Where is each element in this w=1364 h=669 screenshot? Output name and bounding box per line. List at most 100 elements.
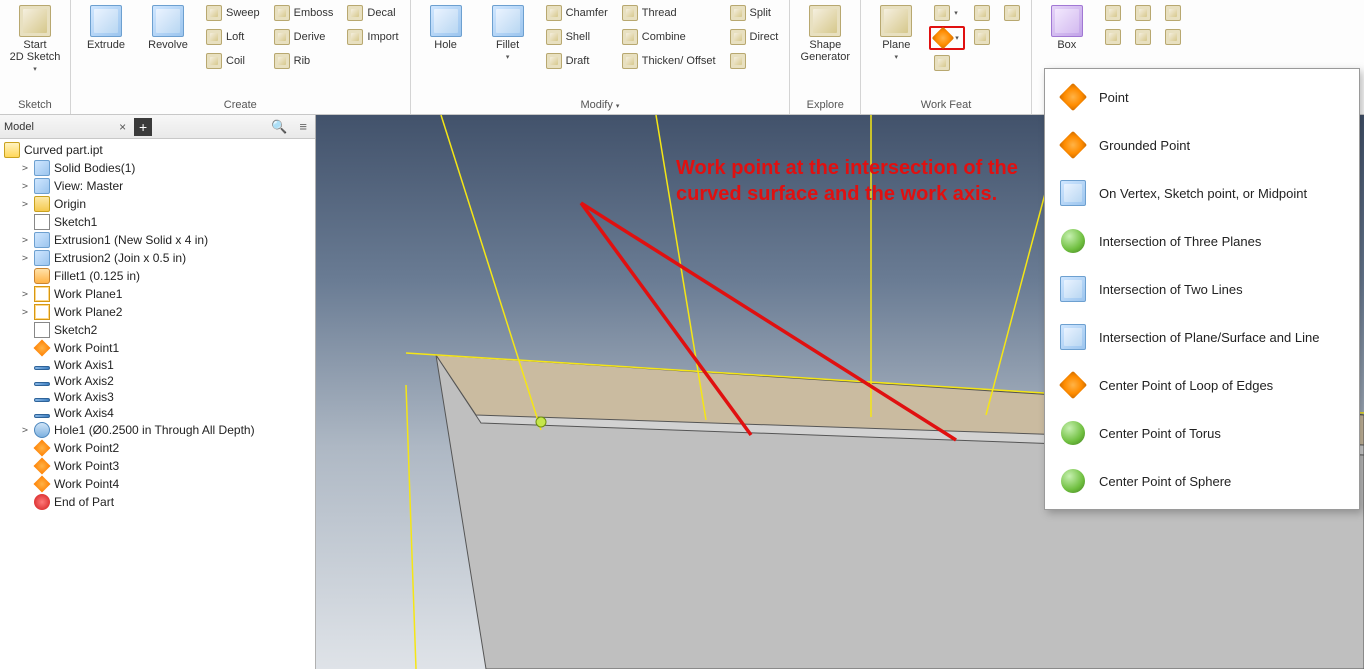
combine-button[interactable]: Combine	[617, 26, 721, 48]
menu-item[interactable]: On Vertex, Sketch point, or Midpoint	[1045, 169, 1359, 217]
tree-node[interactable]: >Work Point1	[0, 339, 315, 357]
expand-icon[interactable]: >	[20, 425, 30, 436]
work-axis-button[interactable]: ▾	[929, 2, 965, 24]
tree-node[interactable]: >Extrusion2 (Join x 0.5 in)	[0, 249, 315, 267]
fillet-button[interactable]: Fillet▾	[479, 2, 537, 64]
tree-node[interactable]: >Work Point3	[0, 457, 315, 475]
expand-icon[interactable]: >	[20, 307, 30, 318]
browser-tree[interactable]: Curved part.ipt >Solid Bodies(1)>View: M…	[0, 139, 315, 669]
ucs-button[interactable]	[929, 52, 965, 74]
pattern-btn-1[interactable]	[969, 2, 995, 24]
tree-node-label: End of Part	[54, 495, 114, 509]
axis-icon	[34, 398, 50, 402]
menu-item[interactable]: Intersection of Plane/Surface and Line	[1045, 313, 1359, 361]
menu-item[interactable]: Center Point of Sphere	[1045, 457, 1359, 505]
mini-btn-a[interactable]	[999, 2, 1025, 24]
shape-generator-button[interactable]: Shape Generator	[796, 2, 854, 66]
menu-item-label: Grounded Point	[1099, 138, 1190, 153]
thread-button[interactable]: Thread	[617, 2, 721, 24]
pattern-btn-2[interactable]	[969, 26, 995, 48]
menu-item[interactable]: Intersection of Two Lines	[1045, 265, 1359, 313]
chamfer-button[interactable]: Chamfer	[541, 2, 613, 24]
tree-node[interactable]: >Work Plane2	[0, 303, 315, 321]
direct-icon	[730, 29, 746, 45]
annotation-line2: curved surface and the work axis.	[676, 183, 997, 205]
expand-icon[interactable]: >	[20, 199, 30, 210]
surf-btn-5[interactable]	[1160, 2, 1186, 24]
tree-node[interactable]: >Hole1 (Ø0.2500 in Through All Depth)	[0, 421, 315, 439]
thread-icon	[622, 5, 638, 21]
box-button[interactable]: Box	[1038, 2, 1096, 54]
tree-node[interactable]: >Sketch2	[0, 321, 315, 339]
tree-node[interactable]: >Work Axis2	[0, 373, 315, 389]
decal-button[interactable]: Decal	[342, 2, 403, 24]
expand-icon[interactable]: >	[20, 181, 30, 192]
rib-button[interactable]: Rib	[269, 50, 339, 72]
tree-node[interactable]: >Origin	[0, 195, 315, 213]
surf-btn-1[interactable]	[1100, 2, 1126, 24]
coil-button[interactable]: Coil	[201, 50, 265, 72]
derive-button[interactable]: Derive	[269, 26, 339, 48]
tree-node[interactable]: >View: Master	[0, 177, 315, 195]
expand-icon[interactable]: >	[20, 235, 30, 246]
surf-icon	[1135, 5, 1151, 21]
menu-item[interactable]: Center Point of Torus	[1045, 409, 1359, 457]
tree-node[interactable]: >Fillet1 (0.125 in)	[0, 267, 315, 285]
emboss-button[interactable]: Emboss	[269, 2, 339, 24]
menu-item[interactable]: Grounded Point	[1045, 121, 1359, 169]
ribbon-group-label-create: Create	[77, 97, 404, 114]
work-point-dropdown-button[interactable]: ▾	[929, 26, 965, 50]
axis-icon	[34, 414, 50, 418]
close-icon[interactable]: ×	[115, 120, 130, 134]
expand-icon[interactable]: >	[20, 289, 30, 300]
sweep-button[interactable]: Sweep	[201, 2, 265, 24]
surf-btn-2[interactable]	[1100, 26, 1126, 48]
tree-node[interactable]: >Work Axis4	[0, 405, 315, 421]
import-button[interactable]: Import	[342, 26, 403, 48]
tree-node[interactable]: >Work Plane1	[0, 285, 315, 303]
menu-item[interactable]: Intersection of Three Planes	[1045, 217, 1359, 265]
surf-btn-6[interactable]	[1160, 26, 1186, 48]
tree-root[interactable]: Curved part.ipt	[0, 141, 315, 159]
extrude-button[interactable]: Extrude	[77, 2, 135, 54]
draft-button[interactable]: Draft	[541, 50, 613, 72]
loft-label: Loft	[226, 31, 244, 43]
start-2d-sketch-button[interactable]: Start 2D Sketch ▾	[6, 2, 64, 76]
expand-icon[interactable]: >	[20, 253, 30, 264]
revolve-label: Revolve	[148, 39, 188, 51]
tree-node[interactable]: >Work Axis1	[0, 357, 315, 373]
shell-button[interactable]: Shell	[541, 26, 613, 48]
combine-icon	[622, 29, 638, 45]
loft-button[interactable]: Loft	[201, 26, 265, 48]
hole-button[interactable]: Hole	[417, 2, 475, 54]
direct-button[interactable]: Direct	[725, 26, 784, 48]
thicken-button[interactable]: Thicken/ Offset	[617, 50, 721, 72]
tree-node[interactable]: >Work Axis3	[0, 389, 315, 405]
surf-btn-4[interactable]	[1130, 26, 1156, 48]
menu-item[interactable]: Center Point of Loop of Edges	[1045, 361, 1359, 409]
split-button[interactable]: Split	[725, 2, 784, 24]
revolve-button[interactable]: Revolve	[139, 2, 197, 54]
delete-face-button[interactable]	[725, 50, 784, 72]
tree-node[interactable]: >Extrusion1 (New Solid x 4 in)	[0, 231, 315, 249]
tree-node[interactable]: >End of Part	[0, 493, 315, 511]
extrude-icon	[90, 5, 122, 37]
point-icon	[34, 476, 51, 493]
sweep-icon	[206, 5, 222, 21]
expand-icon[interactable]: >	[20, 163, 30, 174]
tree-node[interactable]: >Work Point4	[0, 475, 315, 493]
tree-node-label: Work Axis4	[54, 406, 114, 420]
tree-node[interactable]: >Sketch1	[0, 213, 315, 231]
menu-item[interactable]: Point	[1045, 73, 1359, 121]
search-icon[interactable]: 🔍	[267, 119, 291, 135]
surf-btn-3[interactable]	[1130, 2, 1156, 24]
menu-icon[interactable]: ≡	[295, 119, 311, 134]
browser-title: Model	[4, 121, 111, 133]
plane-button[interactable]: Plane▾	[867, 2, 925, 64]
tree-node[interactable]: >Solid Bodies(1)	[0, 159, 315, 177]
shell-icon	[546, 29, 562, 45]
add-tab-button[interactable]: +	[134, 118, 152, 136]
surf-icon	[1165, 29, 1181, 45]
tree-node[interactable]: >Work Point2	[0, 439, 315, 457]
menu-item-label: Point	[1099, 90, 1129, 105]
